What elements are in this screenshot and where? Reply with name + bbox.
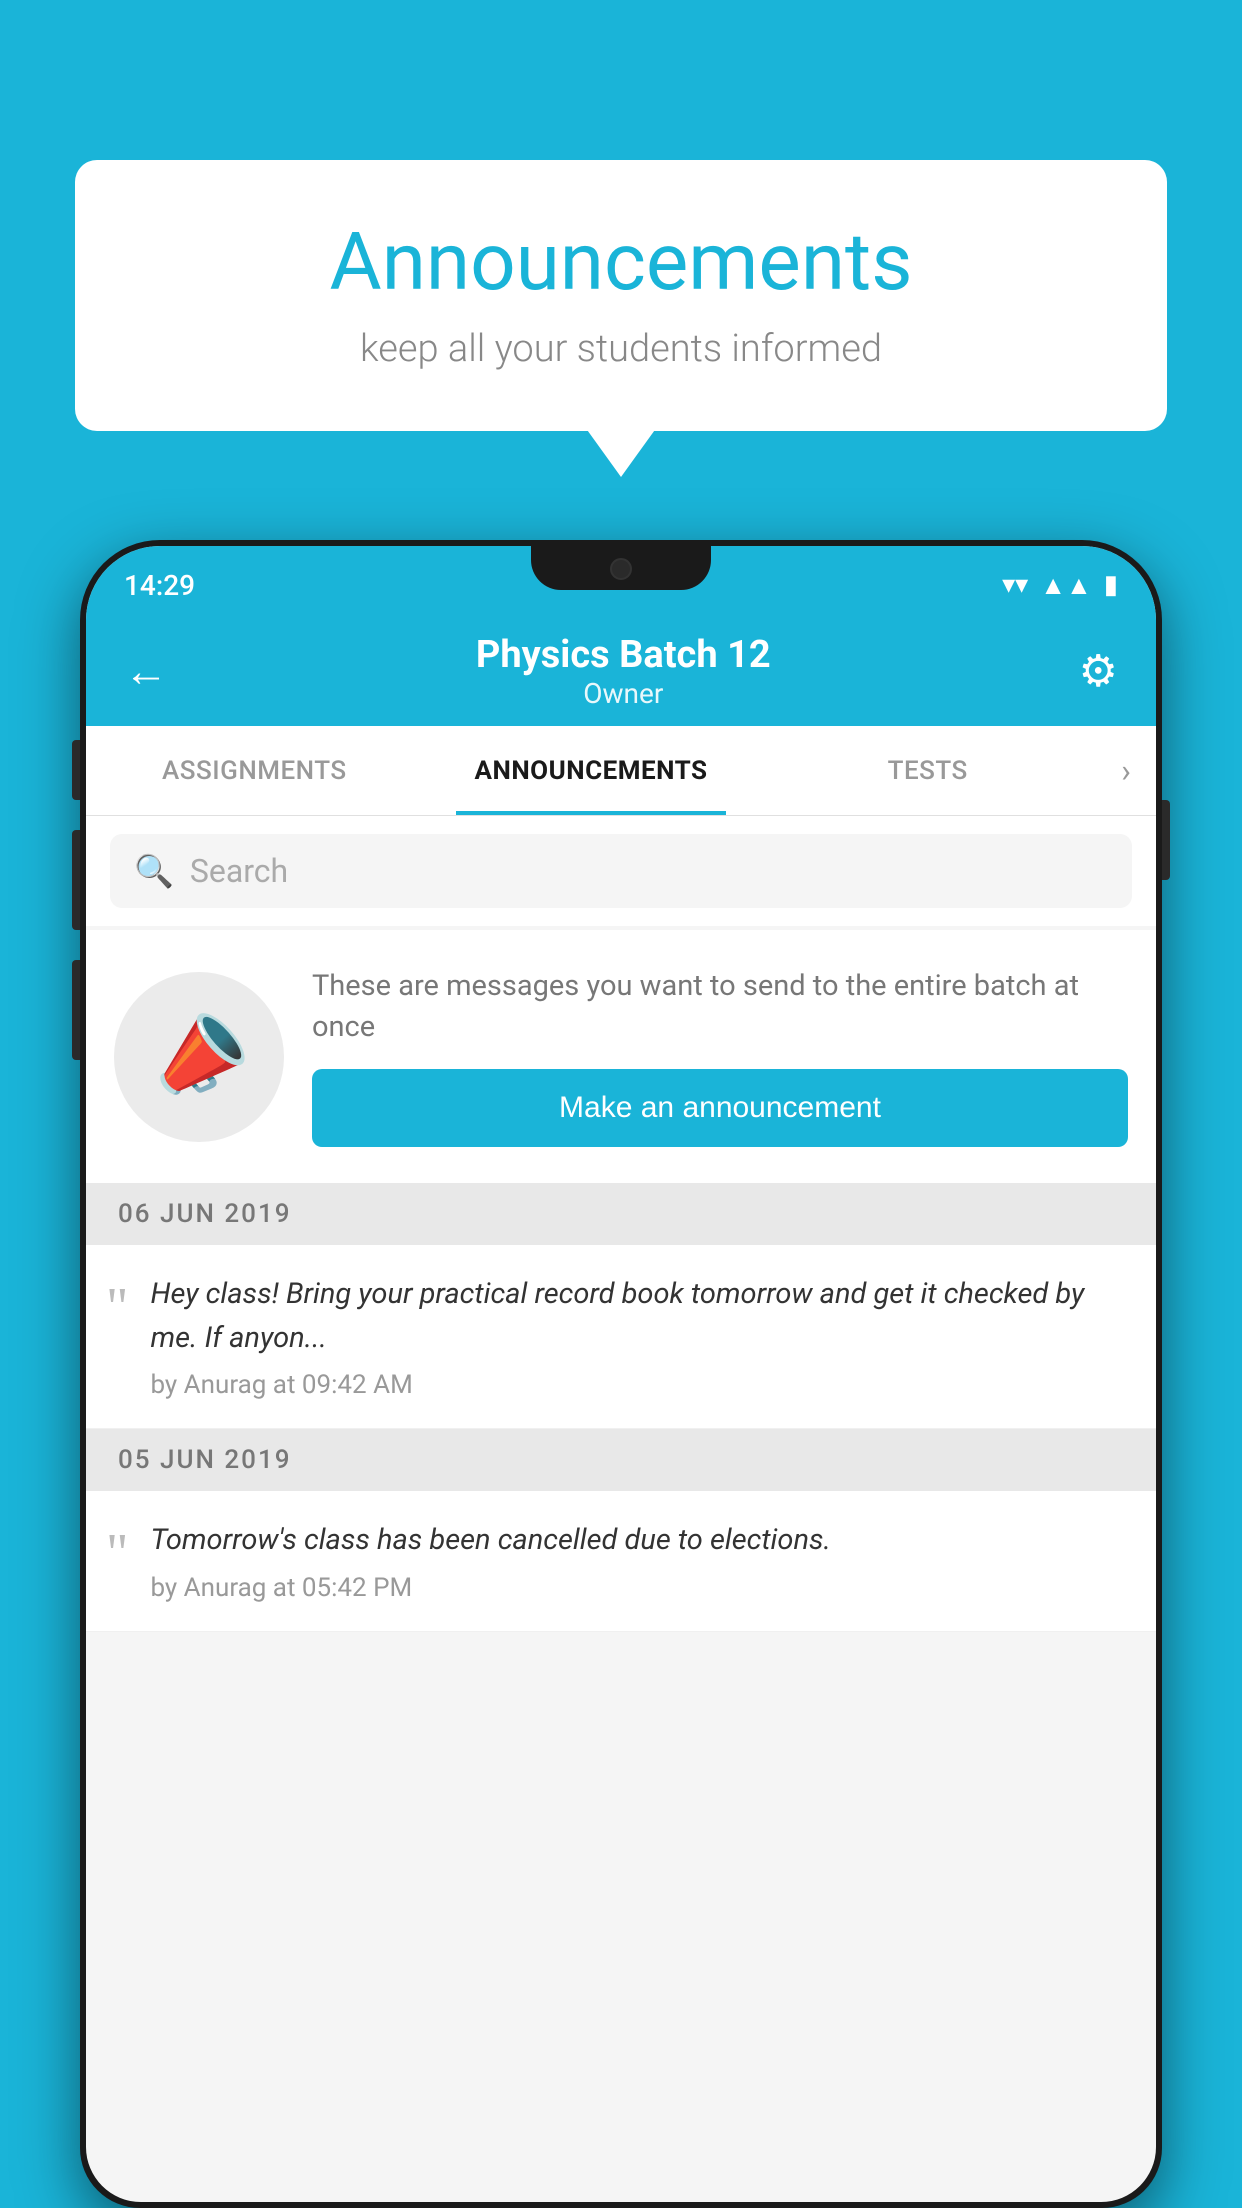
status-icons: ▾▾ ▲▲ ▮	[1002, 570, 1118, 601]
phone-frame: 14:29 ▾▾ ▲▲ ▮ ← Physics Batch 12 Owner ⚙…	[80, 540, 1162, 2208]
app-bar-title: Physics Batch 12	[168, 633, 1079, 677]
wifi-icon: ▾▾	[1002, 570, 1028, 600]
announcement-info: These are messages you want to send to t…	[312, 966, 1128, 1147]
date-divider-2: 05 JUN 2019	[86, 1429, 1156, 1491]
tab-announcements[interactable]: ANNOUNCEMENTS	[423, 726, 760, 815]
app-bar: ← Physics Batch 12 Owner ⚙	[86, 616, 1156, 726]
volume-down-button	[72, 830, 80, 930]
camera	[610, 558, 632, 580]
back-button[interactable]: ←	[124, 645, 168, 697]
notch	[531, 546, 711, 590]
make-announcement-button[interactable]: Make an announcement	[312, 1069, 1128, 1147]
settings-icon[interactable]: ⚙	[1079, 645, 1118, 697]
power-button	[1162, 800, 1170, 880]
message-text-2: Tomorrow's class has been cancelled due …	[150, 1519, 830, 1563]
tab-tests[interactable]: TESTS	[759, 726, 1096, 815]
search-bar[interactable]: 🔍 Search	[110, 834, 1132, 908]
search-input[interactable]: Search	[190, 852, 288, 890]
announcement-description: These are messages you want to send to t…	[312, 966, 1128, 1047]
message-content-2: Tomorrow's class has been cancelled due …	[150, 1519, 830, 1603]
search-container: 🔍 Search	[86, 816, 1156, 926]
quote-icon-1: "	[106, 1279, 128, 1400]
tab-bar: ASSIGNMENTS ANNOUNCEMENTS TESTS ›	[86, 726, 1156, 816]
date-divider-1: 06 JUN 2019	[86, 1183, 1156, 1245]
tab-assignments[interactable]: ASSIGNMENTS	[86, 726, 423, 815]
announcement-prompt-card: 📣 These are messages you want to send to…	[86, 930, 1156, 1183]
speech-bubble: Announcements keep all your students inf…	[75, 160, 1167, 431]
status-time: 14:29	[124, 569, 195, 602]
quote-icon-2: "	[106, 1525, 128, 1603]
volume-up-button	[72, 740, 80, 800]
bubble-title: Announcements	[135, 215, 1107, 309]
search-icon: 🔍	[134, 852, 174, 890]
silent-button	[72, 960, 80, 1060]
message-text-1: Hey class! Bring your practical record b…	[150, 1273, 1128, 1360]
message-meta-1: by Anurag at 09:42 AM	[150, 1370, 1128, 1400]
app-bar-title-group: Physics Batch 12 Owner	[168, 633, 1079, 710]
bubble-subtitle: keep all your students informed	[135, 327, 1107, 371]
megaphone-icon: 📣	[136, 995, 262, 1117]
phone-screen: 14:29 ▾▾ ▲▲ ▮ ← Physics Batch 12 Owner ⚙…	[86, 546, 1156, 2202]
signal-icon: ▲▲	[1040, 570, 1091, 601]
message-item-1[interactable]: " Hey class! Bring your practical record…	[86, 1245, 1156, 1429]
message-content-1: Hey class! Bring your practical record b…	[150, 1273, 1128, 1400]
app-bar-subtitle: Owner	[168, 677, 1079, 710]
battery-icon: ▮	[1104, 570, 1118, 600]
message-meta-2: by Anurag at 05:42 PM	[150, 1573, 830, 1603]
megaphone-circle: 📣	[114, 972, 284, 1142]
tabs-more[interactable]: ›	[1096, 752, 1156, 790]
message-item-2[interactable]: " Tomorrow's class has been cancelled du…	[86, 1491, 1156, 1632]
